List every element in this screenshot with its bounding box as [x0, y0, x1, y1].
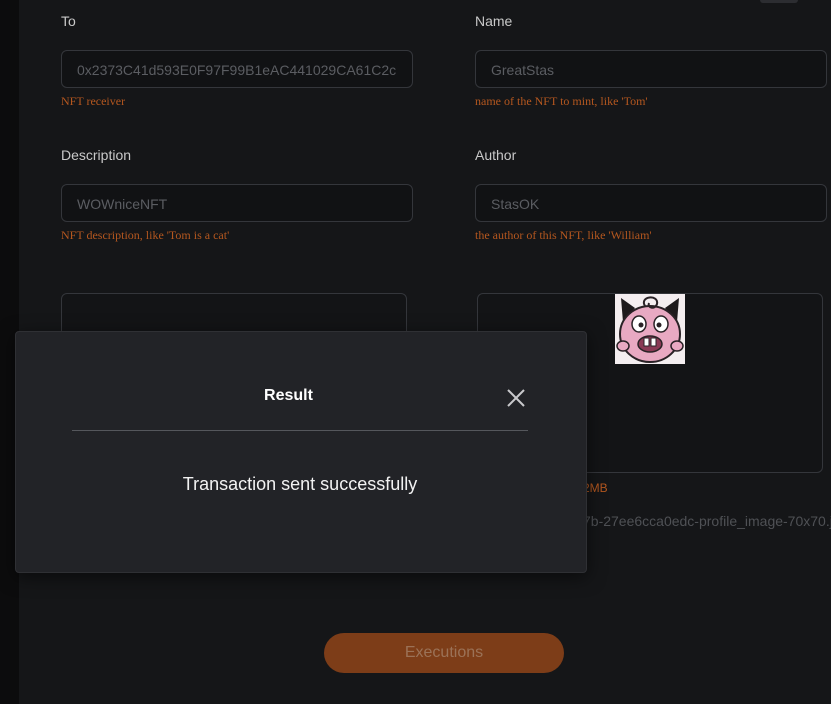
- to-input[interactable]: 0x2373C41d593E0F97F99B1eAC441029CA61C2c: [61, 50, 413, 88]
- author-label: Author: [475, 147, 517, 163]
- description-input[interactable]: WOWniceNFT: [61, 184, 413, 222]
- to-label: To: [61, 13, 76, 29]
- name-label: Name: [475, 13, 513, 29]
- name-input[interactable]: GreatStas: [475, 50, 827, 88]
- top-scroll-indicator: [760, 0, 798, 3]
- description-label: Description: [61, 147, 132, 163]
- modal-divider: [72, 430, 528, 431]
- uploaded-file-name: 7b-27ee6cca0edc-profile_image-70x70.j: [583, 513, 831, 529]
- executions-button[interactable]: Executions: [324, 633, 564, 673]
- result-modal: Result Transaction sent successfully: [15, 331, 587, 573]
- modal-title: Result: [264, 387, 313, 404]
- to-hint: NFT receiver: [61, 94, 126, 108]
- author-hint: the author of this NFT, like 'William': [475, 228, 652, 242]
- author-input[interactable]: StasOK: [475, 184, 827, 222]
- nft-thumbnail-image: [615, 294, 685, 364]
- modal-message: Transaction sent successfully: [182, 474, 418, 494]
- description-hint: NFT description, like 'Tom is a cat': [61, 228, 230, 242]
- name-hint: name of the NFT to mint, like 'Tom': [475, 94, 648, 108]
- close-icon[interactable]: [505, 387, 527, 409]
